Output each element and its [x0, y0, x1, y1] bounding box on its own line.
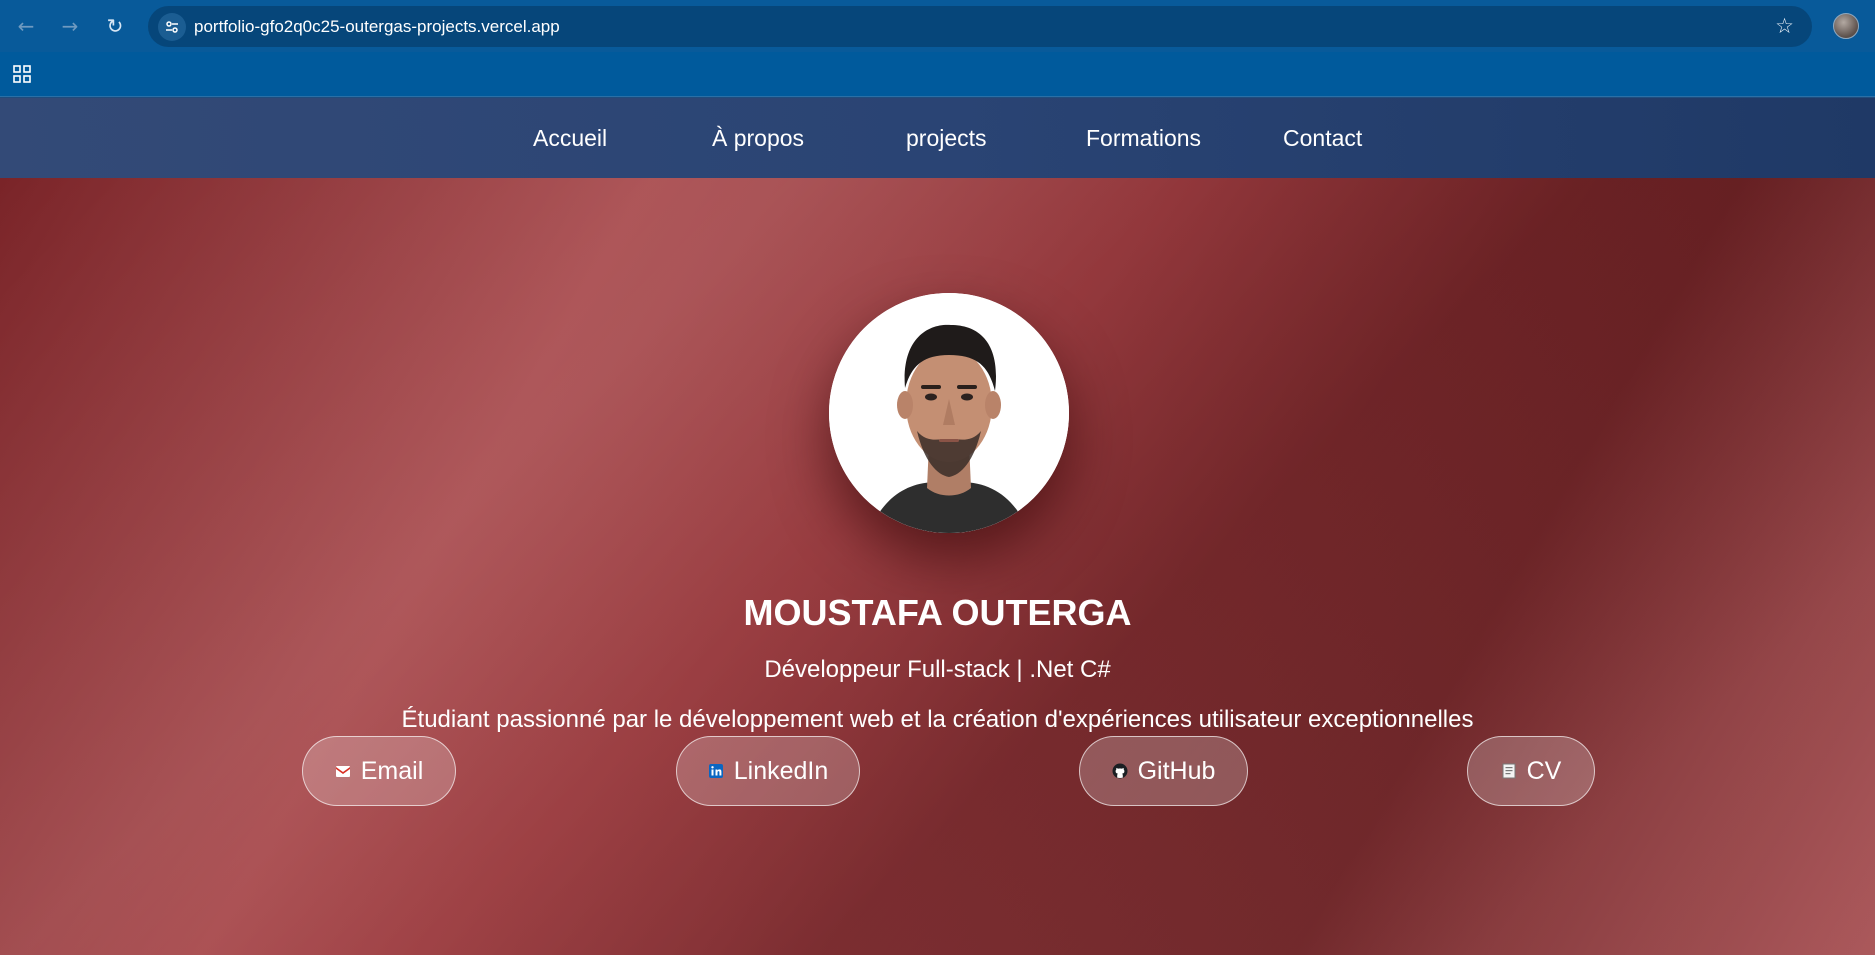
cv-label: CV	[1526, 756, 1562, 785]
cv-button[interactable]: CV	[1467, 736, 1595, 806]
nav-link-accueil[interactable]: Accueil	[533, 125, 607, 152]
site-settings-icon[interactable]	[158, 13, 186, 41]
hero-section: MOUSTAFA OUTERGA Développeur Full-stack …	[0, 178, 1875, 955]
star-icon[interactable]: ☆	[1775, 14, 1794, 38]
apps-grid-icon[interactable]	[12, 64, 32, 84]
reload-icon[interactable]: ↻	[101, 12, 129, 40]
hero-name: MOUSTAFA OUTERGA	[743, 592, 1132, 633]
linkedin-label: LinkedIn	[733, 756, 829, 785]
nav-link-a-propos[interactable]: À propos	[712, 125, 804, 152]
url-text[interactable]: portfolio-gfo2q0c25-outergas-projects.ve…	[194, 17, 560, 37]
github-icon	[1112, 763, 1128, 779]
forward-arrow-icon[interactable]: →	[56, 12, 84, 40]
browser-toolbar: ← → ↻ portfolio-gfo2q0c25-outergas-proje…	[0, 0, 1875, 52]
back-arrow-icon[interactable]: ←	[12, 12, 40, 40]
site-navbar: Accueil À propos projects Formations Con…	[0, 98, 1875, 178]
document-icon	[1502, 763, 1516, 779]
portrait-image	[829, 293, 1069, 533]
linkedin-button[interactable]: LinkedIn	[676, 736, 860, 806]
hero-role: Développeur Full-stack | .Net C#	[764, 656, 1111, 683]
bookmarks-bar	[0, 52, 1875, 97]
github-button[interactable]: GitHub	[1079, 736, 1248, 806]
profile-photo	[829, 293, 1069, 533]
profile-avatar-icon[interactable]	[1833, 13, 1859, 39]
tune-icon	[166, 21, 178, 33]
email-icon	[335, 766, 350, 777]
nav-link-formations[interactable]: Formations	[1086, 125, 1201, 152]
email-button[interactable]: Email	[302, 736, 456, 806]
address-bar[interactable]: portfolio-gfo2q0c25-outergas-projects.ve…	[148, 6, 1812, 47]
email-label: Email	[360, 756, 424, 785]
nav-link-projects[interactable]: projects	[906, 125, 987, 152]
hero-tagline: Étudiant passionné par le développement …	[401, 706, 1474, 733]
nav-link-contact[interactable]: Contact	[1283, 125, 1362, 152]
github-label: GitHub	[1137, 756, 1216, 785]
linkedin-icon	[708, 764, 723, 778]
